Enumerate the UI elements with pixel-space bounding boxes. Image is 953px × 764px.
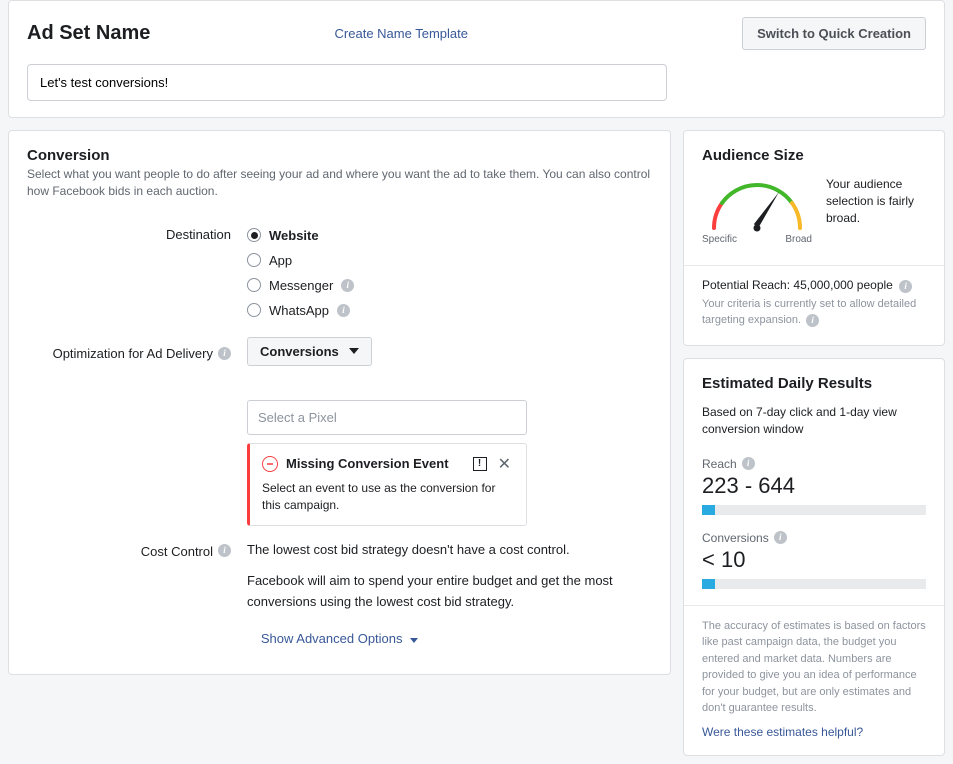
estimates-accuracy-note: The accuracy of estimates is based on fa… [702, 618, 926, 717]
conversions-metric-label: Conversions i [702, 531, 926, 545]
destination-label: Destination [27, 223, 247, 323]
potential-reach: Potential Reach: 45,000,000 people i [702, 278, 926, 293]
audience-size-card: Audience Size Specific Broad [683, 130, 945, 346]
radio-icon [247, 228, 261, 242]
reach-metric-label: Reach i [702, 457, 926, 471]
conversion-heading: Conversion [27, 147, 652, 164]
audience-gauge-text: Your audience selection is fairly broad. [826, 176, 926, 226]
radio-label: App [269, 253, 292, 268]
info-icon[interactable]: i [774, 531, 787, 544]
caret-down-icon [410, 638, 418, 643]
info-icon[interactable]: i [806, 314, 819, 327]
show-advanced-options-link[interactable]: Show Advanced Options [27, 631, 652, 646]
caret-down-icon [349, 348, 359, 354]
error-minus-icon [262, 456, 278, 472]
audience-gauge: Specific Broad [702, 176, 812, 245]
reach-bar [702, 505, 926, 515]
radio-icon [247, 278, 261, 292]
missing-conversion-alert: Missing Conversion Event ! ✕ Select an e… [247, 443, 527, 527]
create-name-template-link[interactable]: Create Name Template [335, 26, 468, 41]
info-icon[interactable]: i [742, 457, 755, 470]
cost-control-text: The lowest cost bid strategy doesn't hav… [247, 540, 647, 561]
gauge-label-broad: Broad [785, 234, 812, 245]
destination-option-website[interactable]: Website [247, 223, 652, 248]
close-icon[interactable]: ✕ [495, 454, 514, 474]
switch-quick-creation-button[interactable]: Switch to Quick Creation [742, 17, 926, 50]
radio-label: Messenger [269, 278, 333, 293]
destination-option-messenger[interactable]: Messenger i [247, 273, 652, 298]
reach-disclaimer: Your criteria is currently set to allow … [702, 297, 926, 329]
conversions-metric-value: < 10 [702, 547, 926, 573]
pixel-selector[interactable]: Select a Pixel [247, 400, 527, 435]
radio-icon [247, 303, 261, 317]
info-icon[interactable]: i [341, 279, 354, 292]
error-body: Select an event to use as the conversion… [262, 480, 514, 514]
feedback-icon[interactable]: ! [473, 457, 487, 471]
page-title: Ad Set Name [27, 22, 150, 45]
cost-control-label: Cost Control [141, 544, 213, 559]
optimization-value: Conversions [260, 344, 339, 359]
radio-label: WhatsApp [269, 303, 329, 318]
destination-option-whatsapp[interactable]: WhatsApp i [247, 298, 652, 323]
destination-radio-group: Website App Messenger i WhatsApp i [247, 223, 652, 323]
radio-icon [247, 253, 261, 267]
optimization-dropdown[interactable]: Conversions [247, 337, 372, 366]
reach-metric-value: 223 - 644 [702, 473, 926, 499]
info-icon[interactable]: i [218, 347, 231, 360]
estimates-helpful-link[interactable]: Were these estimates helpful? [702, 725, 926, 739]
error-title: Missing Conversion Event [286, 456, 465, 471]
conversion-card: Conversion Select what you want people t… [8, 130, 671, 675]
estimated-results-card: Estimated Daily Results Based on 7-day c… [683, 358, 945, 756]
cost-control-text-2: Facebook will aim to spend your entire b… [247, 571, 647, 613]
info-icon[interactable]: i [337, 304, 350, 317]
info-icon[interactable]: i [218, 544, 231, 557]
radio-label: Website [269, 228, 319, 243]
adset-name-input[interactable] [27, 64, 667, 101]
conversions-bar [702, 579, 926, 589]
optimization-label: Optimization for Ad Delivery [53, 346, 213, 361]
estimates-subtitle: Based on 7-day click and 1-day view conv… [702, 404, 926, 439]
audience-size-heading: Audience Size [702, 147, 926, 164]
gauge-icon [702, 176, 812, 236]
destination-option-app[interactable]: App [247, 248, 652, 273]
info-icon[interactable]: i [899, 280, 912, 293]
adset-name-card: Ad Set Name Create Name Template Switch … [8, 0, 945, 118]
estimated-results-heading: Estimated Daily Results [702, 375, 926, 392]
gauge-label-specific: Specific [702, 234, 737, 245]
conversion-description: Select what you want people to do after … [27, 166, 652, 201]
